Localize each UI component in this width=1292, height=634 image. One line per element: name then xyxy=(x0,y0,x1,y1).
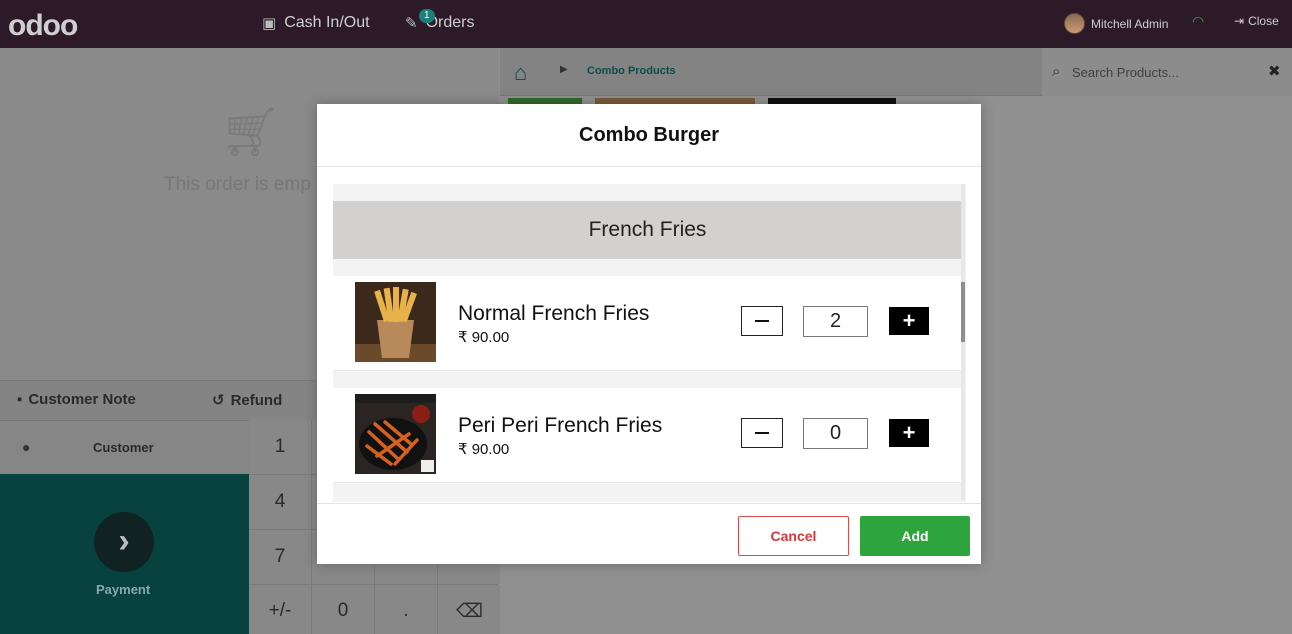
customer-label: Customer xyxy=(93,440,154,455)
cash-in-out-button[interactable]: ▣ Cash In/Out xyxy=(262,14,370,32)
breadcrumb-category[interactable]: Combo Products xyxy=(587,65,676,77)
search-icon: ⌕ xyxy=(1052,63,1061,80)
quantity-input[interactable] xyxy=(803,306,868,337)
close-pos-button[interactable]: ⇥ Close xyxy=(1234,14,1279,28)
home-icon[interactable]: ⌂ xyxy=(514,60,527,86)
close-icon[interactable]: ✖ xyxy=(1268,62,1281,80)
decrease-qty-button[interactable] xyxy=(741,418,783,448)
numpad-key[interactable]: 7 xyxy=(249,530,311,584)
minus-icon xyxy=(755,432,769,434)
numpad-key[interactable]: 1 xyxy=(249,420,311,474)
scrollbar-track[interactable] xyxy=(961,184,965,500)
combo-item-row: Peri Peri French Fries ₹ 90.00 + xyxy=(333,388,962,483)
chevron-right-icon: › xyxy=(94,512,154,572)
minus-icon xyxy=(755,320,769,322)
note-icon: ▪ xyxy=(17,391,23,408)
customer-note-label: Customer Note xyxy=(28,391,136,408)
customer-note-button[interactable]: ▪ Customer Note xyxy=(17,391,136,408)
combo-item-row: Normal French Fries ₹ 90.00 + xyxy=(333,276,962,371)
orders-count-badge: 1 xyxy=(419,9,435,23)
dialog-footer: Cancel Add xyxy=(317,503,981,564)
customer-button[interactable]: ● Customer xyxy=(0,420,249,474)
combo-item-price: ₹ 90.00 xyxy=(458,441,510,458)
backspace-icon[interactable]: ⌫ xyxy=(438,585,501,634)
orders-icon: ✎ 1 xyxy=(405,9,435,32)
odoo-logo: odoo xyxy=(8,9,78,42)
numpad-key[interactable]: 0 xyxy=(312,585,374,634)
empty-order-text: This order is emp xyxy=(164,174,311,195)
payment-button[interactable]: › Payment xyxy=(0,474,249,634)
close-label: Close xyxy=(1248,14,1279,28)
wifi-icon: ◠ xyxy=(1192,13,1205,29)
peri-peri-fries-image xyxy=(355,394,436,474)
money-icon: ▣ xyxy=(262,15,277,32)
sign-out-icon: ⇥ xyxy=(1234,14,1245,28)
scrollbar-thumb[interactable] xyxy=(961,282,965,342)
undo-icon: ↺ xyxy=(212,392,225,409)
quantity-input[interactable] xyxy=(803,418,868,449)
increase-qty-button[interactable]: + xyxy=(889,307,929,335)
breadcrumb: ⌂ ▶ Combo Products ⌕ ✖ xyxy=(500,48,1292,96)
avatar xyxy=(1064,13,1085,34)
cancel-button[interactable]: Cancel xyxy=(738,516,849,556)
combo-item-name: Peri Peri French Fries xyxy=(458,414,663,437)
orders-button[interactable]: ✎ 1 Orders xyxy=(405,9,474,32)
caret-right-icon: ▶ xyxy=(560,64,568,75)
decrease-qty-button[interactable] xyxy=(741,306,783,336)
numpad-key[interactable]: 4 xyxy=(249,475,311,529)
combo-choices: French Fries Normal French Fries ₹ 90.00… xyxy=(333,184,966,502)
user-icon: ● xyxy=(22,439,31,455)
numpad-key-plus-minus[interactable]: +/- xyxy=(249,585,311,634)
search-input[interactable] xyxy=(1072,62,1262,82)
numpad-key-decimal[interactable]: . xyxy=(375,585,437,634)
top-navbar: odoo ▣ Cash In/Out ✎ 1 Orders Mitchell Ad… xyxy=(0,0,1292,48)
combo-category-header: French Fries xyxy=(333,201,962,259)
cash-in-out-label: Cash In/Out xyxy=(284,14,370,31)
dialog-title: Combo Burger xyxy=(317,104,981,167)
french-fries-image xyxy=(355,282,436,362)
combo-dialog: Combo Burger French Fries Normal French … xyxy=(317,104,981,564)
refund-label: Refund xyxy=(230,391,283,409)
combo-item-name: Normal French Fries xyxy=(458,302,650,325)
combo-item-price: ₹ 90.00 xyxy=(458,329,510,346)
payment-label: Payment xyxy=(96,582,151,597)
refund-button[interactable]: ↺ Refund xyxy=(212,391,283,410)
search-box: ⌕ ✖ xyxy=(1042,48,1292,96)
shopping-cart-icon: 🛒︎ xyxy=(220,106,281,159)
user-name: Mitchell Admin xyxy=(1091,16,1169,31)
increase-qty-button[interactable]: + xyxy=(889,419,929,447)
user-menu[interactable]: Mitchell Admin xyxy=(1064,13,1168,34)
add-button[interactable]: Add xyxy=(860,516,970,556)
